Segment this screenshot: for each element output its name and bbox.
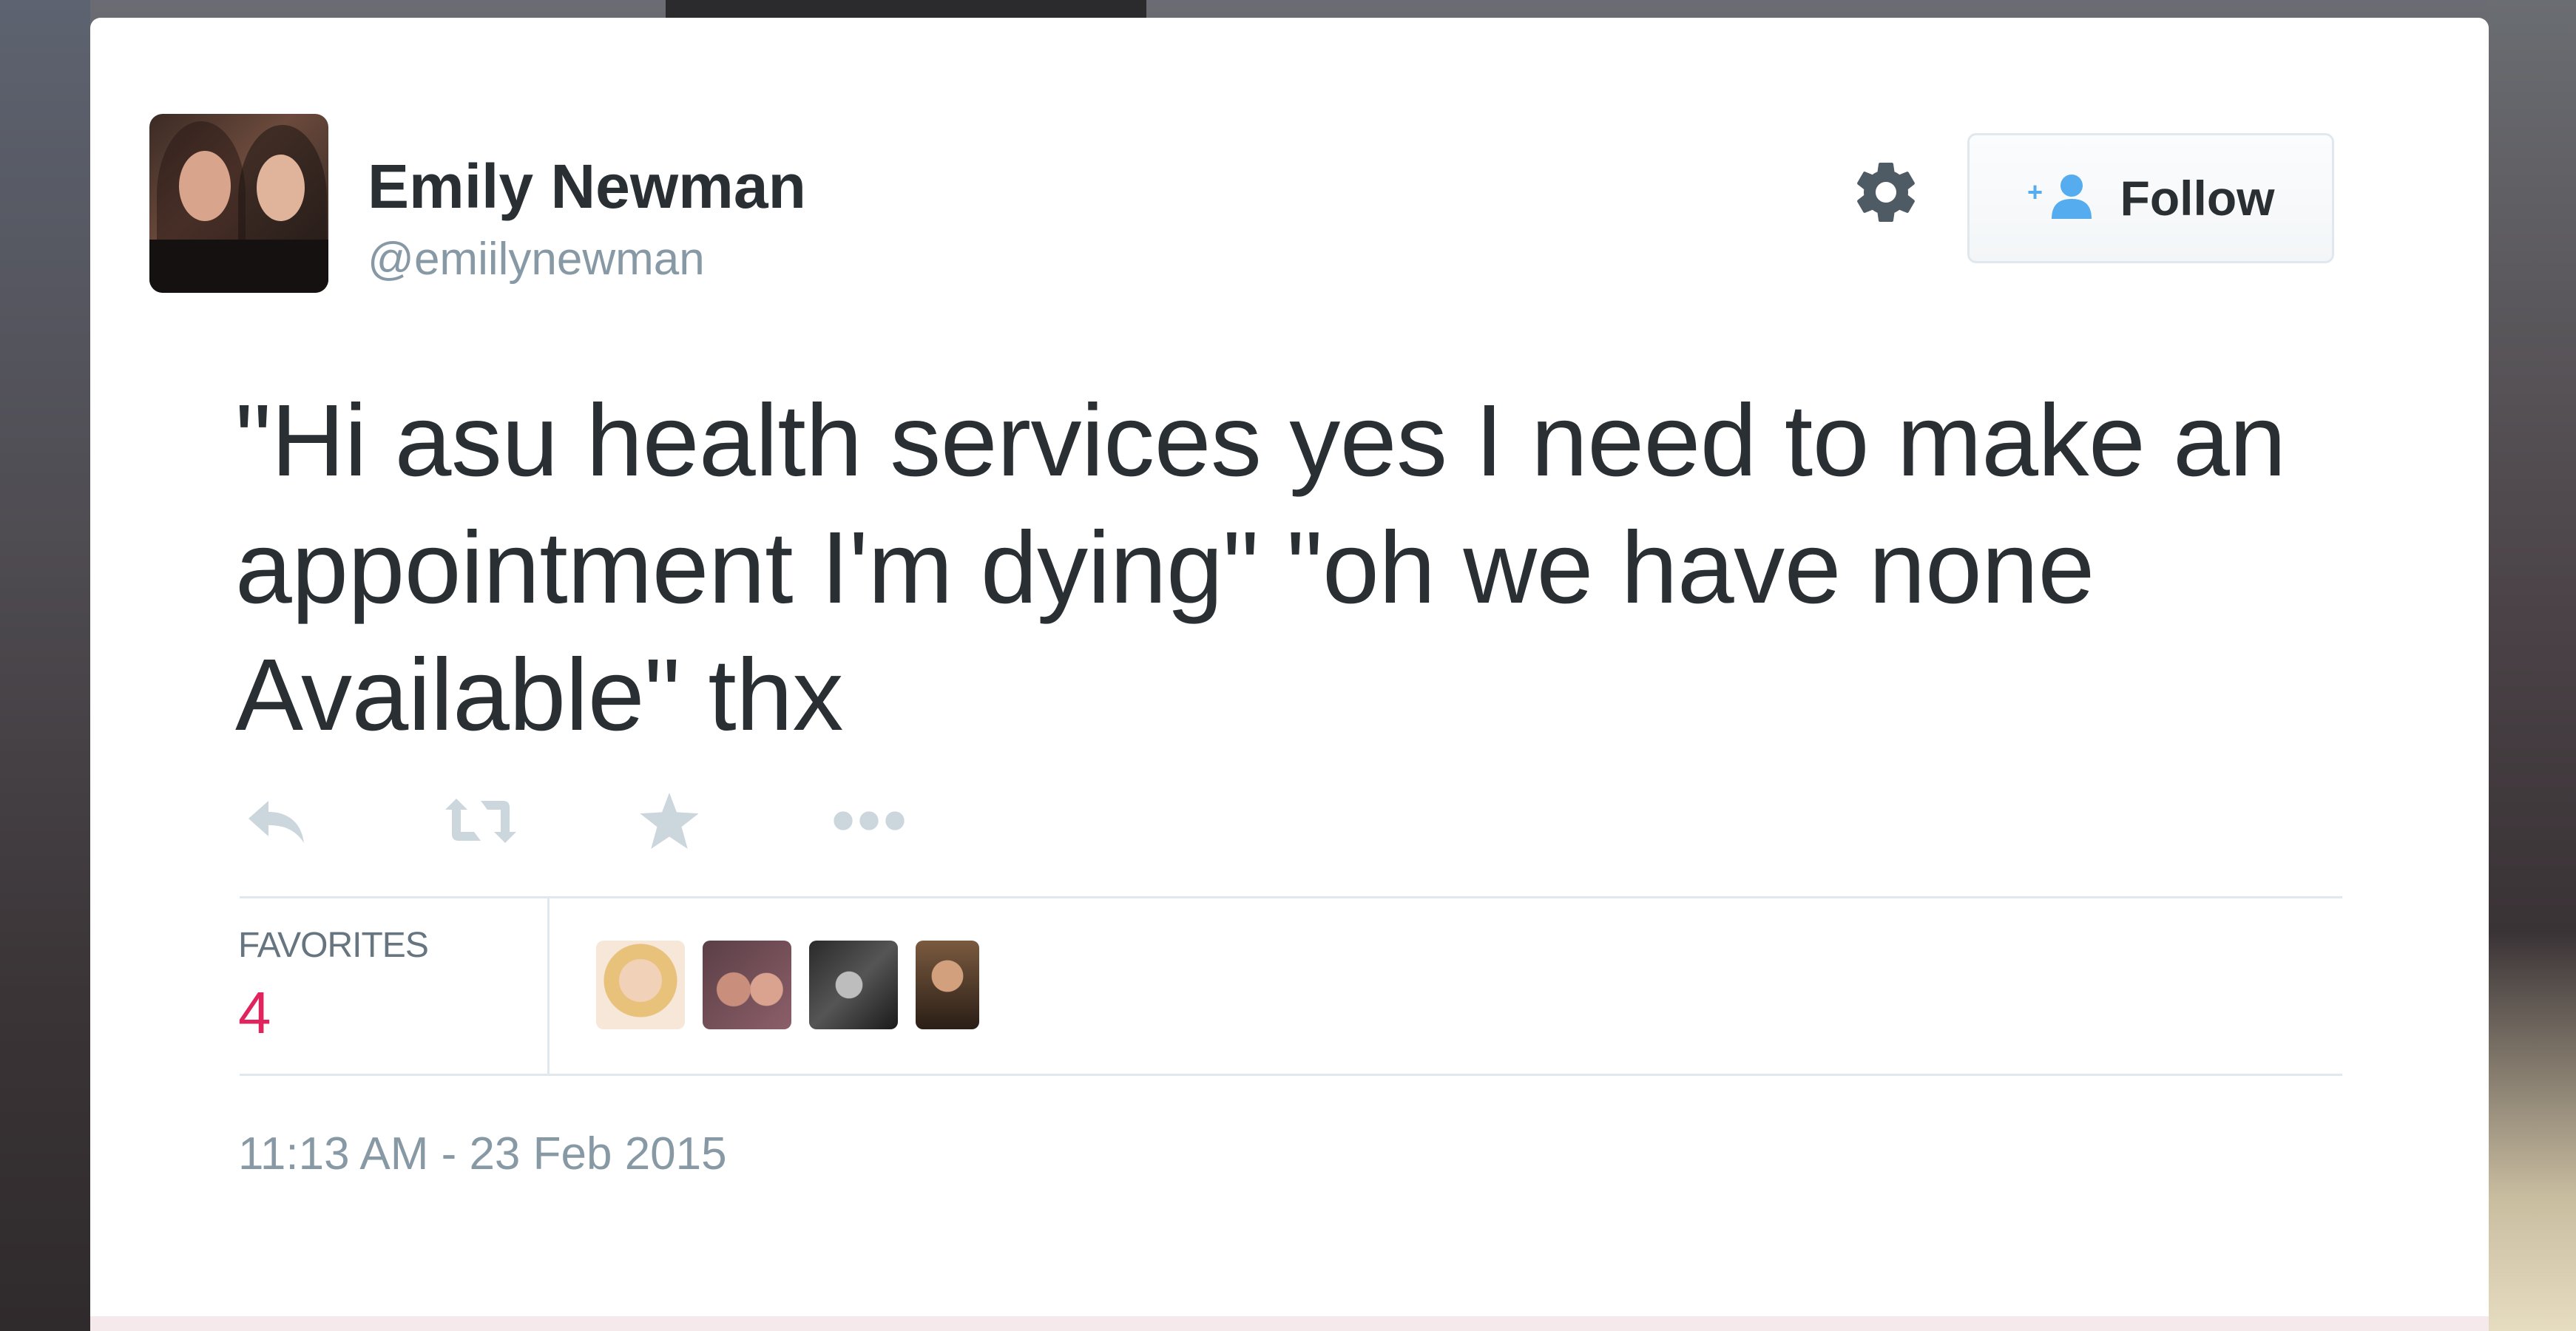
follow-label: Follow	[2120, 171, 2275, 226]
display-name[interactable]: Emily Newman	[368, 155, 806, 217]
background-top-shape	[666, 0, 1146, 18]
add-user-icon: +	[2027, 170, 2098, 227]
favoriter-avatar[interactable]	[596, 941, 685, 1029]
stats-top-divider	[240, 896, 2342, 898]
favoriter-avatars	[596, 941, 979, 1031]
more-dots-icon[interactable]	[828, 791, 910, 850]
favorite-star-icon[interactable]	[636, 791, 703, 850]
favoriter-avatar[interactable]	[809, 941, 898, 1029]
stats-vertical-divider	[547, 896, 550, 1076]
retweet-icon[interactable]	[440, 791, 521, 850]
tweet-timestamp[interactable]: 11:13 AM - 23 Feb 2015	[238, 1131, 727, 1177]
tweet-actions	[244, 791, 984, 850]
stats-bottom-divider	[240, 1074, 2342, 1076]
background-left	[0, 0, 90, 1331]
favorites-label: FAVORITES	[238, 926, 429, 965]
avatar[interactable]	[149, 114, 328, 293]
svg-text:+: +	[2027, 177, 2043, 207]
bottom-strip	[90, 1316, 2489, 1331]
user-handle[interactable]: @emiilynewman	[368, 237, 705, 282]
gear-icon[interactable]	[1850, 157, 1921, 228]
favoriter-avatar[interactable]	[703, 941, 791, 1029]
follow-button[interactable]: + Follow	[1967, 133, 2334, 263]
favoriter-avatar[interactable]	[916, 941, 979, 1029]
tweet-text: "Hi asu health services yes I need to ma…	[235, 384, 2286, 752]
background-right	[2489, 0, 2576, 1331]
reply-icon[interactable]	[244, 791, 311, 850]
favorites-count[interactable]: 4	[238, 983, 271, 1043]
